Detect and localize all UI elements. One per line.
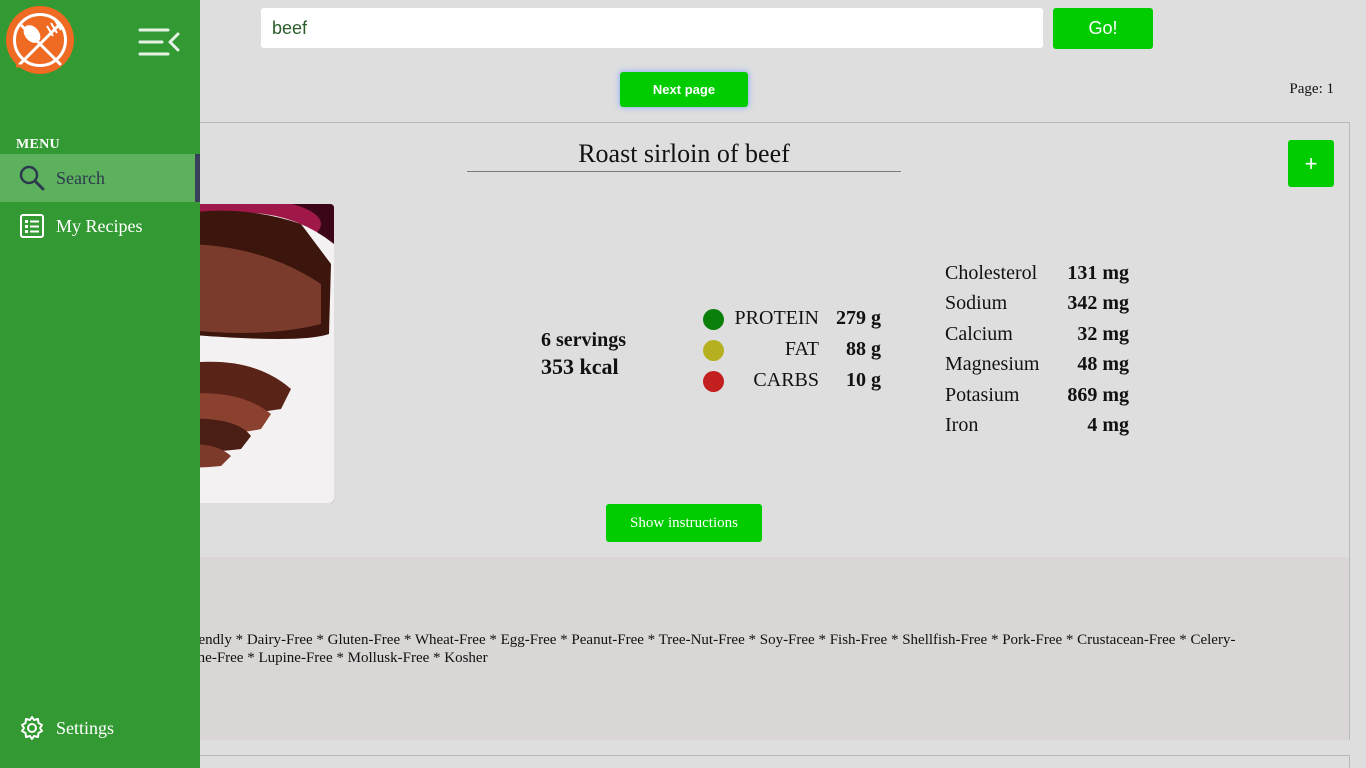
page-indicator: Page: 1 [1289, 81, 1334, 97]
sidebar-item-settings[interactable]: Settings [0, 704, 200, 752]
mineral-value: 869 mg [1067, 383, 1129, 406]
collapse-menu-button[interactable] [138, 26, 182, 58]
macro-row-carbs: CARBS 10 g [703, 369, 883, 400]
sidebar-item-label: Search [56, 167, 105, 188]
mineral-name: Magnesium [945, 353, 1040, 376]
mineral-value: 32 mg [1077, 322, 1129, 345]
macro-value: 10 g [846, 369, 881, 391]
macro-name: FAT [784, 338, 819, 360]
mineral-row: Magnesium 48 mg [945, 353, 1129, 383]
next-page-button[interactable]: Next page [620, 72, 748, 107]
recipe-image[interactable] [181, 204, 334, 503]
mineral-name: Potasium [945, 383, 1020, 406]
search-icon [19, 165, 45, 191]
mineral-row: Calcium 32 mg [945, 323, 1129, 353]
health-labels-line: same-Free * Lupine-Free * Mollusk-Free *… [181, 650, 488, 666]
macro-row-protein: PROTEIN 279 g [703, 307, 883, 338]
mineral-value: 342 mg [1067, 292, 1129, 315]
mineral-name: Sodium [945, 292, 1008, 315]
sidebar-item-label: My Recipes [56, 215, 143, 236]
logo [6, 6, 74, 74]
menu-collapse-icon [138, 28, 180, 56]
sidebar-item-my-recipes[interactable]: My Recipes [0, 202, 200, 250]
mineral-row: Sodium 342 mg [945, 292, 1129, 322]
mineral-name: Calcium [945, 322, 1013, 345]
sidebar-item-label: Settings [56, 717, 115, 738]
macro-name: PROTEIN [734, 307, 819, 329]
mineral-value: 131 mg [1067, 262, 1129, 284]
show-instructions-button[interactable]: Show instructions [606, 504, 762, 542]
search-input[interactable] [261, 8, 1043, 48]
roast-beef-photo [181, 204, 334, 503]
spoon-fork-icon [16, 19, 62, 68]
carbs-dot-icon [703, 371, 724, 392]
macro-row-fat: FAT 88 g [703, 338, 883, 369]
servings-count: 6 servings [541, 329, 626, 351]
recipe-title: Roast sirloin of beef [467, 139, 901, 172]
health-labels-line: Friendly * Dairy-Free * Gluten-Free * Wh… [181, 632, 1236, 648]
mineral-value: 4 mg [1087, 413, 1129, 436]
recipe-card: Roast sirloin of beef + 6 servings 353 k… [180, 122, 1350, 740]
sidebar-item-search[interactable]: Search [0, 154, 200, 202]
health-labels: Friendly * Dairy-Free * Gluten-Free * Wh… [181, 631, 1336, 667]
mineral-row: Potasium 869 mg [945, 384, 1129, 414]
fat-dot-icon [703, 340, 724, 361]
recipe-card-header: Roast sirloin of beef + 6 servings 353 k… [181, 123, 1349, 557]
go-button[interactable]: Go! [1053, 8, 1153, 49]
add-recipe-button[interactable]: + [1288, 140, 1334, 187]
mineral-name: Iron [945, 413, 979, 436]
macros-list: PROTEIN 279 g FAT 88 g CARBS 10 g [703, 307, 883, 400]
protein-dot-icon [703, 309, 724, 330]
minerals-list: Cholesterol 131 mg Sodium 342 mg Calcium… [945, 262, 1129, 444]
health-labels-section: Friendly * Dairy-Free * Gluten-Free * Wh… [181, 557, 1349, 740]
next-recipe-card [180, 755, 1350, 768]
mineral-name: Cholesterol [945, 262, 1038, 284]
gear-icon [19, 715, 45, 741]
sidebar: MENU Search My Recipes Settings [0, 0, 200, 768]
macro-value: 279 g [836, 307, 881, 329]
mineral-row: Iron 4 mg [945, 414, 1129, 444]
macro-name: CARBS [753, 369, 819, 391]
servings-summary: 6 servings 353 kcal [541, 329, 626, 380]
calories: 353 kcal [541, 354, 619, 379]
mineral-row: Cholesterol 131 mg [945, 262, 1129, 292]
menu-heading: MENU [16, 137, 60, 152]
list-icon [19, 213, 45, 239]
macro-value: 88 g [846, 338, 881, 360]
mineral-value: 48 mg [1077, 353, 1129, 376]
